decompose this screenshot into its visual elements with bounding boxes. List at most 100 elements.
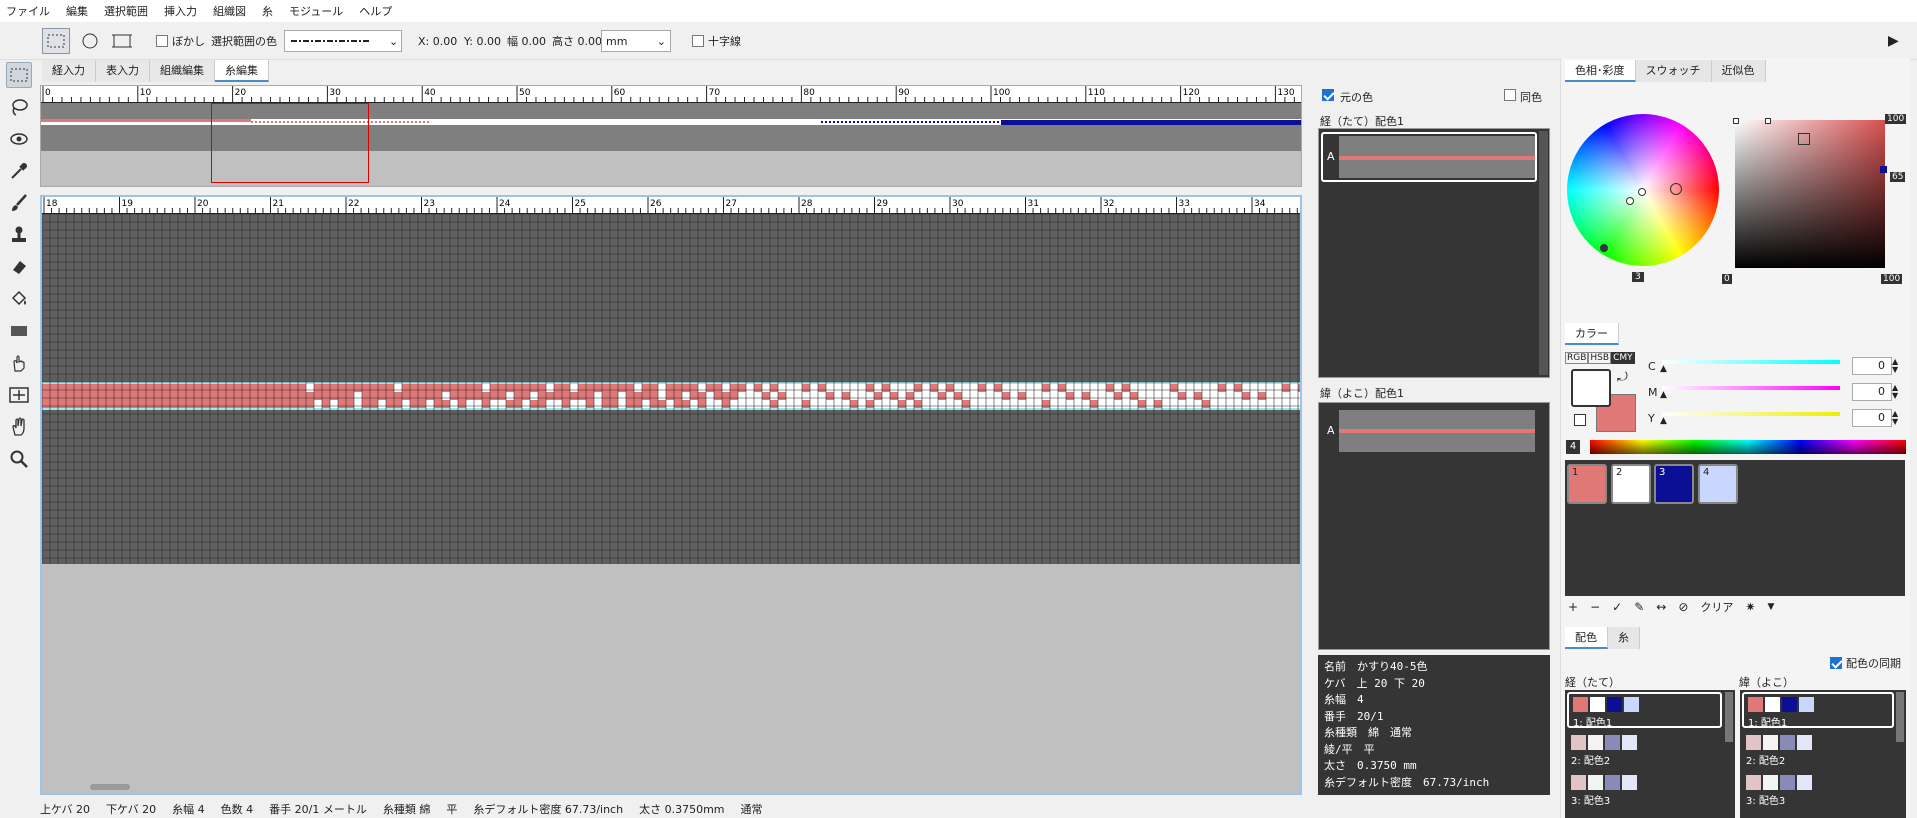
play-icon[interactable]: ▶: [1888, 28, 1899, 54]
tab-warp-input[interactable]: 経入力: [42, 60, 96, 82]
tab-thread-edit[interactable]: 糸編集: [215, 60, 269, 82]
color-wheel[interactable]: [1567, 114, 1719, 266]
tab-palette[interactable]: 配色: [1565, 627, 1608, 649]
remove-icon[interactable]: −: [1590, 600, 1600, 614]
tab-table-input[interactable]: 表入力: [96, 60, 150, 82]
viewport-frame[interactable]: [211, 103, 369, 183]
menu-insert[interactable]: 挿入力: [164, 3, 197, 19]
check-icon[interactable]: ✓: [1612, 600, 1622, 614]
eraser-tool[interactable]: [6, 254, 32, 280]
thread-cell: [730, 384, 738, 392]
clear-button[interactable]: クリア: [1700, 599, 1733, 615]
foreground-color-swatch[interactable]: [1571, 369, 1611, 407]
slider-c-track[interactable]: [1662, 360, 1840, 364]
slider-c-thumb[interactable]: ▲: [1660, 364, 1667, 374]
tab-hue-saturation[interactable]: 色相･彩度: [1565, 60, 1636, 82]
eye-select-tool[interactable]: [6, 126, 32, 152]
menu-selection[interactable]: 選択範囲: [104, 3, 148, 19]
slider-m-value[interactable]: 0: [1852, 383, 1892, 401]
menu-module[interactable]: モジュール: [289, 3, 343, 19]
sync-check[interactable]: [1830, 657, 1842, 669]
crosshair-check[interactable]: [692, 35, 704, 47]
weft-palette-item-1[interactable]: 1: 配色1: [1742, 692, 1894, 729]
spin-arrows-icon[interactable]: ▲ ▼: [1892, 358, 1898, 374]
crosshair-checkbox[interactable]: 十字線: [692, 28, 741, 54]
rect-select-tool[interactable]: [6, 62, 32, 88]
fill-tool[interactable]: [6, 286, 32, 312]
line-style-select[interactable]: ⌄: [284, 30, 402, 52]
orig-color-checkbox[interactable]: [1322, 88, 1336, 102]
blur-check[interactable]: [156, 35, 168, 47]
wheel-marker[interactable]: [1670, 183, 1682, 195]
zoom-tool[interactable]: [6, 446, 32, 472]
tab-swatch[interactable]: スウォッチ: [1635, 60, 1712, 82]
weft-palette-item-3[interactable]: 3: 配色3: [1742, 772, 1894, 808]
pan-tool[interactable]: [6, 414, 32, 440]
warp-scrollbar[interactable]: [1539, 131, 1548, 375]
swatch-1[interactable]: 1: [1567, 464, 1607, 504]
sun-icon[interactable]: ✷: [1745, 600, 1755, 614]
slider-y-thumb[interactable]: ▲: [1660, 416, 1667, 426]
warp-palette-item-2[interactable]: 2: 配色2: [1567, 732, 1722, 768]
add-icon[interactable]: +: [1568, 600, 1578, 614]
slider-c-value[interactable]: 0: [1852, 357, 1892, 375]
horizontal-scrollbar[interactable]: [90, 784, 130, 790]
same-color-check[interactable]: [1504, 89, 1516, 101]
tab-thread[interactable]: 糸: [1608, 627, 1640, 649]
menu-help[interactable]: ヘルプ: [359, 3, 392, 19]
slider-y-value[interactable]: 0: [1852, 409, 1892, 427]
ellipse-select-button[interactable]: [78, 28, 102, 54]
warp-palette-scrollbar[interactable]: [1725, 692, 1733, 742]
spin-arrows-icon[interactable]: ▲ ▼: [1892, 410, 1898, 426]
square-right-handle[interactable]: [1880, 166, 1887, 173]
unit-select[interactable]: mm ⌄: [601, 30, 671, 52]
slider-m-track[interactable]: [1662, 386, 1840, 390]
swatch-2[interactable]: 2: [1611, 464, 1651, 504]
blur-checkbox[interactable]: ぼかし: [156, 28, 205, 54]
weft-item-a[interactable]: A: [1321, 406, 1537, 456]
menu-thread[interactable]: 糸: [262, 3, 273, 19]
color-spectrum-bar[interactable]: [1590, 440, 1906, 454]
tab-color[interactable]: カラー: [1565, 323, 1619, 345]
lasso-tool[interactable]: [6, 94, 32, 120]
mode-cmy[interactable]: CMY: [1611, 352, 1635, 364]
same-color-checkbox[interactable]: [1504, 88, 1518, 102]
mode-rgb[interactable]: RGB: [1565, 352, 1589, 364]
hand-select-tool[interactable]: [6, 350, 32, 376]
swap-icon[interactable]: ↔: [1656, 600, 1666, 614]
saturation-square[interactable]: [1733, 118, 1887, 268]
thread-grid[interactable]: [41, 213, 1306, 564]
pen-icon[interactable]: ✎: [1634, 600, 1644, 614]
slider-y-track[interactable]: [1662, 412, 1840, 416]
weft-palette-scrollbar[interactable]: [1896, 692, 1904, 742]
menu-weave[interactable]: 組織図: [213, 3, 246, 19]
warp-palette-item-1[interactable]: 1: 配色1: [1567, 692, 1722, 729]
slider-m-thumb[interactable]: ▲: [1660, 390, 1667, 400]
ban-icon[interactable]: ⊘: [1678, 600, 1688, 614]
mode-hsb[interactable]: HSB: [1588, 352, 1612, 364]
default-colors-icon[interactable]: [1574, 414, 1586, 426]
orig-color-check[interactable]: [1322, 89, 1334, 101]
stamp-tool[interactable]: [6, 222, 32, 248]
tab-weave-edit[interactable]: 組織編集: [150, 60, 215, 82]
eyedropper-tool[interactable]: [6, 158, 32, 184]
menu-file[interactable]: ファイル: [6, 3, 50, 19]
triangle-down-icon[interactable]: ▼: [1767, 602, 1774, 612]
editor-canvas[interactable]: 18 19 20 21 22 23 24 25 26 27 28 29 30 31 32 33 34: [40, 195, 1306, 795]
sync-palette-checkbox[interactable]: 配色の同期: [1830, 655, 1901, 671]
rect-select-button[interactable]: [42, 28, 70, 54]
warp-item-a[interactable]: A: [1321, 132, 1537, 182]
swatch-4[interactable]: 4: [1698, 464, 1738, 504]
spin-arrows-icon[interactable]: ▲ ▼: [1892, 384, 1898, 400]
frame-select-button[interactable]: [110, 28, 134, 54]
warp-palette-item-3[interactable]: 3: 配色3: [1567, 772, 1722, 808]
swatch-3[interactable]: 3: [1654, 464, 1694, 504]
square-marker[interactable]: [1798, 133, 1810, 145]
menu-edit[interactable]: 編集: [66, 3, 88, 19]
rectangle-tool[interactable]: [6, 318, 32, 344]
tab-similar-color[interactable]: 近似色: [1711, 60, 1766, 82]
move-tool[interactable]: [6, 382, 32, 408]
swap-colors-icon[interactable]: ⤾: [1617, 370, 1628, 385]
brush-tool[interactable]: [6, 190, 32, 216]
weft-palette-item-2[interactable]: 2: 配色2: [1742, 732, 1894, 768]
